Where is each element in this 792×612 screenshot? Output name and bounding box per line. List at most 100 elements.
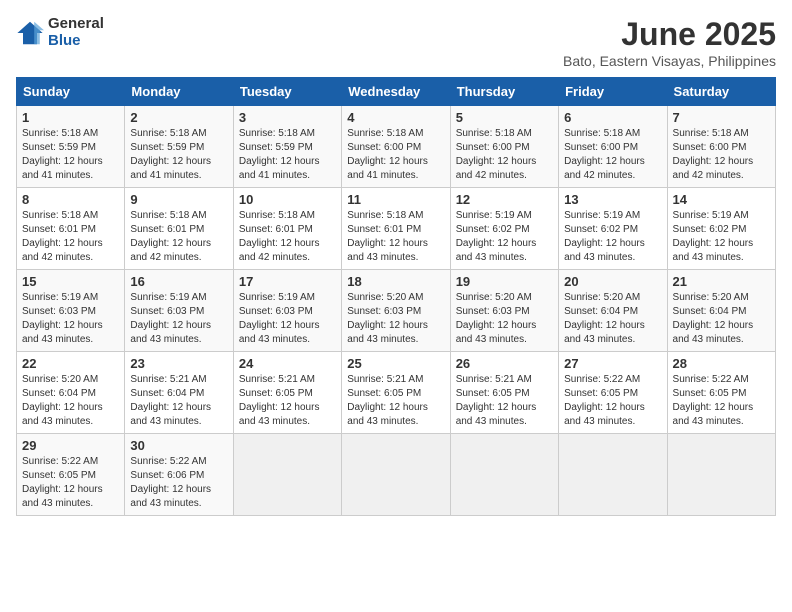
day-number: 12 <box>456 192 553 207</box>
day-info: Sunrise: 5:19 AM Sunset: 6:03 PM Dayligh… <box>22 291 119 347</box>
day-cell: 13 Sunrise: 5:19 AM Sunset: 6:02 PM Dayl… <box>559 188 667 270</box>
day-cell: 15 Sunrise: 5:19 AM Sunset: 6:03 PM Dayl… <box>17 270 125 352</box>
day-info: Sunrise: 5:20 AM Sunset: 6:04 PM Dayligh… <box>673 291 770 347</box>
calendar-title: June 2025 <box>563 16 776 53</box>
day-number: 6 <box>564 110 661 125</box>
day-number: 19 <box>456 274 553 289</box>
day-info: Sunrise: 5:18 AM Sunset: 5:59 PM Dayligh… <box>22 127 119 183</box>
day-cell: 23 Sunrise: 5:21 AM Sunset: 6:04 PM Dayl… <box>125 352 233 434</box>
day-number: 16 <box>130 274 227 289</box>
day-cell: 28 Sunrise: 5:22 AM Sunset: 6:05 PM Dayl… <box>667 352 775 434</box>
day-number: 25 <box>347 356 444 371</box>
header-sunday: Sunday <box>17 78 125 106</box>
logo-icon <box>16 19 44 47</box>
day-info: Sunrise: 5:18 AM Sunset: 6:01 PM Dayligh… <box>22 209 119 265</box>
day-cell <box>233 434 341 516</box>
day-info: Sunrise: 5:18 AM Sunset: 6:00 PM Dayligh… <box>347 127 444 183</box>
day-cell: 24 Sunrise: 5:21 AM Sunset: 6:05 PM Dayl… <box>233 352 341 434</box>
header-thursday: Thursday <box>450 78 558 106</box>
day-info: Sunrise: 5:18 AM Sunset: 5:59 PM Dayligh… <box>239 127 336 183</box>
header-wednesday: Wednesday <box>342 78 450 106</box>
day-number: 27 <box>564 356 661 371</box>
day-info: Sunrise: 5:19 AM Sunset: 6:02 PM Dayligh… <box>673 209 770 265</box>
day-info: Sunrise: 5:18 AM Sunset: 5:59 PM Dayligh… <box>130 127 227 183</box>
day-info: Sunrise: 5:20 AM Sunset: 6:04 PM Dayligh… <box>564 291 661 347</box>
week-row-2: 8 Sunrise: 5:18 AM Sunset: 6:01 PM Dayli… <box>17 188 776 270</box>
day-cell: 29 Sunrise: 5:22 AM Sunset: 6:05 PM Dayl… <box>17 434 125 516</box>
day-number: 8 <box>22 192 119 207</box>
day-info: Sunrise: 5:19 AM Sunset: 6:03 PM Dayligh… <box>130 291 227 347</box>
day-info: Sunrise: 5:22 AM Sunset: 6:05 PM Dayligh… <box>564 373 661 429</box>
day-cell: 12 Sunrise: 5:19 AM Sunset: 6:02 PM Dayl… <box>450 188 558 270</box>
day-number: 13 <box>564 192 661 207</box>
title-area: June 2025 Bato, Eastern Visayas, Philipp… <box>563 16 776 69</box>
day-number: 10 <box>239 192 336 207</box>
day-cell <box>667 434 775 516</box>
day-number: 30 <box>130 438 227 453</box>
day-cell: 14 Sunrise: 5:19 AM Sunset: 6:02 PM Dayl… <box>667 188 775 270</box>
day-cell: 21 Sunrise: 5:20 AM Sunset: 6:04 PM Dayl… <box>667 270 775 352</box>
calendar-subtitle: Bato, Eastern Visayas, Philippines <box>563 53 776 69</box>
logo-blue: Blue <box>48 33 104 50</box>
logo-text: General Blue <box>48 16 104 49</box>
day-number: 4 <box>347 110 444 125</box>
day-info: Sunrise: 5:20 AM Sunset: 6:04 PM Dayligh… <box>22 373 119 429</box>
day-cell <box>450 434 558 516</box>
week-row-1: 1 Sunrise: 5:18 AM Sunset: 5:59 PM Dayli… <box>17 106 776 188</box>
day-info: Sunrise: 5:19 AM Sunset: 6:02 PM Dayligh… <box>456 209 553 265</box>
day-info: Sunrise: 5:20 AM Sunset: 6:03 PM Dayligh… <box>456 291 553 347</box>
day-info: Sunrise: 5:21 AM Sunset: 6:05 PM Dayligh… <box>347 373 444 429</box>
day-info: Sunrise: 5:20 AM Sunset: 6:03 PM Dayligh… <box>347 291 444 347</box>
day-info: Sunrise: 5:18 AM Sunset: 6:01 PM Dayligh… <box>347 209 444 265</box>
day-cell: 30 Sunrise: 5:22 AM Sunset: 6:06 PM Dayl… <box>125 434 233 516</box>
day-info: Sunrise: 5:18 AM Sunset: 6:00 PM Dayligh… <box>673 127 770 183</box>
day-number: 28 <box>673 356 770 371</box>
day-number: 20 <box>564 274 661 289</box>
week-row-4: 22 Sunrise: 5:20 AM Sunset: 6:04 PM Dayl… <box>17 352 776 434</box>
week-row-3: 15 Sunrise: 5:19 AM Sunset: 6:03 PM Dayl… <box>17 270 776 352</box>
day-cell: 1 Sunrise: 5:18 AM Sunset: 5:59 PM Dayli… <box>17 106 125 188</box>
header-friday: Friday <box>559 78 667 106</box>
day-number: 3 <box>239 110 336 125</box>
day-cell: 3 Sunrise: 5:18 AM Sunset: 5:59 PM Dayli… <box>233 106 341 188</box>
day-info: Sunrise: 5:18 AM Sunset: 6:01 PM Dayligh… <box>130 209 227 265</box>
day-number: 29 <box>22 438 119 453</box>
day-number: 22 <box>22 356 119 371</box>
day-cell: 18 Sunrise: 5:20 AM Sunset: 6:03 PM Dayl… <box>342 270 450 352</box>
day-cell: 22 Sunrise: 5:20 AM Sunset: 6:04 PM Dayl… <box>17 352 125 434</box>
day-cell: 10 Sunrise: 5:18 AM Sunset: 6:01 PM Dayl… <box>233 188 341 270</box>
day-info: Sunrise: 5:21 AM Sunset: 6:05 PM Dayligh… <box>456 373 553 429</box>
day-number: 14 <box>673 192 770 207</box>
day-info: Sunrise: 5:18 AM Sunset: 6:00 PM Dayligh… <box>456 127 553 183</box>
day-cell: 9 Sunrise: 5:18 AM Sunset: 6:01 PM Dayli… <box>125 188 233 270</box>
day-info: Sunrise: 5:22 AM Sunset: 6:06 PM Dayligh… <box>130 455 227 511</box>
day-cell: 4 Sunrise: 5:18 AM Sunset: 6:00 PM Dayli… <box>342 106 450 188</box>
header-monday: Monday <box>125 78 233 106</box>
day-info: Sunrise: 5:21 AM Sunset: 6:05 PM Dayligh… <box>239 373 336 429</box>
day-number: 18 <box>347 274 444 289</box>
day-number: 11 <box>347 192 444 207</box>
day-cell: 6 Sunrise: 5:18 AM Sunset: 6:00 PM Dayli… <box>559 106 667 188</box>
day-number: 2 <box>130 110 227 125</box>
day-cell: 20 Sunrise: 5:20 AM Sunset: 6:04 PM Dayl… <box>559 270 667 352</box>
day-cell: 19 Sunrise: 5:20 AM Sunset: 6:03 PM Dayl… <box>450 270 558 352</box>
weekday-header-row: Sunday Monday Tuesday Wednesday Thursday… <box>17 78 776 106</box>
day-cell <box>342 434 450 516</box>
day-number: 5 <box>456 110 553 125</box>
day-info: Sunrise: 5:18 AM Sunset: 6:01 PM Dayligh… <box>239 209 336 265</box>
day-cell: 5 Sunrise: 5:18 AM Sunset: 6:00 PM Dayli… <box>450 106 558 188</box>
header-saturday: Saturday <box>667 78 775 106</box>
calendar-table: Sunday Monday Tuesday Wednesday Thursday… <box>16 77 776 516</box>
day-cell: 11 Sunrise: 5:18 AM Sunset: 6:01 PM Dayl… <box>342 188 450 270</box>
header-tuesday: Tuesday <box>233 78 341 106</box>
day-cell: 16 Sunrise: 5:19 AM Sunset: 6:03 PM Dayl… <box>125 270 233 352</box>
day-info: Sunrise: 5:19 AM Sunset: 6:03 PM Dayligh… <box>239 291 336 347</box>
day-cell: 27 Sunrise: 5:22 AM Sunset: 6:05 PM Dayl… <box>559 352 667 434</box>
day-cell: 26 Sunrise: 5:21 AM Sunset: 6:05 PM Dayl… <box>450 352 558 434</box>
day-number: 17 <box>239 274 336 289</box>
day-cell: 2 Sunrise: 5:18 AM Sunset: 5:59 PM Dayli… <box>125 106 233 188</box>
day-cell <box>559 434 667 516</box>
day-cell: 8 Sunrise: 5:18 AM Sunset: 6:01 PM Dayli… <box>17 188 125 270</box>
day-number: 9 <box>130 192 227 207</box>
week-row-5: 29 Sunrise: 5:22 AM Sunset: 6:05 PM Dayl… <box>17 434 776 516</box>
